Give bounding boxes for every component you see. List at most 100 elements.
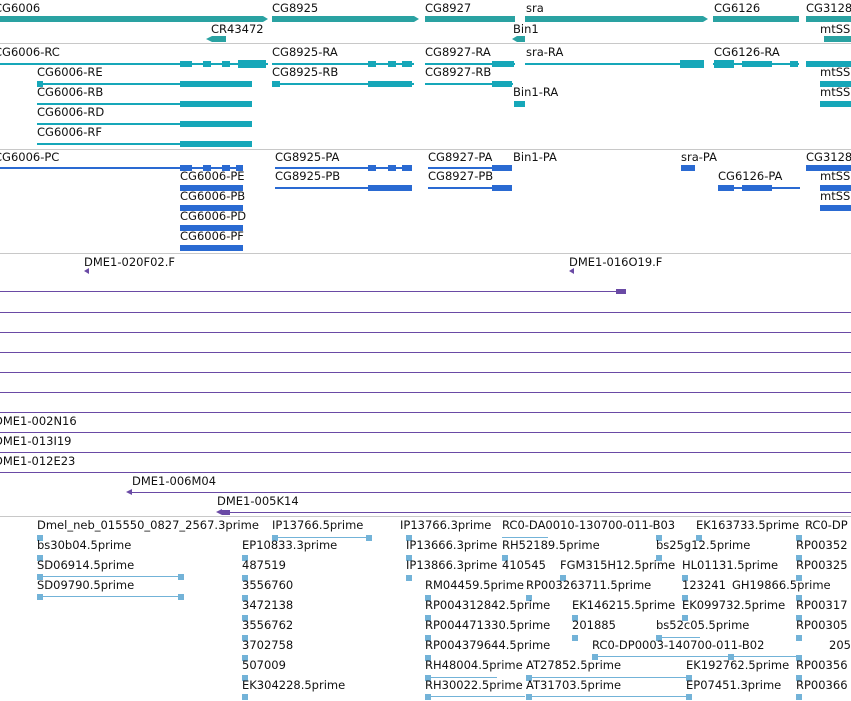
est-label[interactable]: bs25g12.5prime bbox=[656, 539, 750, 552]
est-label[interactable]: bs52c05.5prime bbox=[656, 619, 749, 632]
est-label[interactable]: 507009 bbox=[242, 659, 286, 672]
est-label[interactable]: HL01131.5prime bbox=[682, 559, 778, 572]
protein-label[interactable]: mtSSB bbox=[820, 190, 851, 203]
gene-label[interactable]: CG3128 bbox=[806, 2, 851, 15]
est-label[interactable]: 487519 bbox=[242, 559, 286, 572]
protein-label[interactable]: CG8925-PB bbox=[275, 170, 340, 183]
est-label[interactable]: RP00325 bbox=[796, 559, 848, 572]
transcript-label[interactable]: CG6006-RD bbox=[37, 106, 104, 119]
gene-label[interactable]: CG8925 bbox=[272, 2, 318, 15]
protein-label[interactable]: CG6006-PC bbox=[0, 151, 59, 164]
est-label[interactable]: IP13866.3prime bbox=[406, 559, 497, 572]
est-line[interactable] bbox=[425, 696, 525, 697]
transcript-label[interactable]: mtSSB bbox=[820, 66, 851, 79]
est-label[interactable]: RP00352 bbox=[796, 539, 848, 552]
est-label[interactable]: EP10833.3prime bbox=[242, 539, 337, 552]
est-label[interactable]: EK099732.5prime bbox=[682, 599, 785, 612]
transcript-label[interactable]: CG8927-RA bbox=[425, 46, 491, 59]
clone-label[interactable]: DME1-006M04 bbox=[132, 475, 216, 488]
est-label[interactable]: EP07451.3prime bbox=[686, 679, 781, 692]
gene-label[interactable]: sra bbox=[526, 2, 544, 15]
clone-line[interactable] bbox=[0, 352, 851, 353]
gene-feature[interactable] bbox=[713, 16, 799, 22]
transcript-label[interactable]: CG6006-RE bbox=[37, 66, 103, 79]
est-label[interactable]: RP00356 bbox=[796, 659, 848, 672]
est-label[interactable]: AT31703.5prime bbox=[526, 679, 621, 692]
est-label[interactable]: 123241 bbox=[682, 579, 726, 592]
est-label[interactable]: 3702758 bbox=[242, 639, 293, 652]
clone-label[interactable]: DME1-020F02.F bbox=[84, 256, 175, 269]
est-label[interactable]: RP003263711.5prime bbox=[526, 579, 651, 592]
protein-label[interactable]: mtSSB bbox=[820, 170, 851, 183]
gene-feature[interactable] bbox=[517, 36, 525, 42]
protein-label[interactable]: CG6006-PF bbox=[180, 230, 244, 243]
est-label[interactable]: EK146215.5prime bbox=[572, 599, 675, 612]
est-label[interactable]: EK163733.5prime bbox=[696, 519, 799, 532]
est-label[interactable]: IP13766.5prime bbox=[272, 519, 363, 532]
clone-label[interactable]: DME1-016O19.F bbox=[569, 256, 662, 269]
clone-label[interactable]: DME1-013I19 bbox=[0, 435, 72, 448]
est-label[interactable]: SD06914.5prime bbox=[37, 559, 134, 572]
est-label[interactable]: RC0-DP bbox=[805, 519, 848, 532]
protein-label[interactable]: CG6006-PE bbox=[180, 170, 245, 183]
transcript-label[interactable]: CG6006-RF bbox=[37, 126, 102, 139]
est-label[interactable]: RH48004.5prime bbox=[425, 659, 523, 672]
clone-line[interactable] bbox=[0, 392, 851, 393]
est-label[interactable]: IP13666.3prime bbox=[406, 539, 497, 552]
est-label[interactable]: IP13766.3prime bbox=[400, 519, 491, 532]
est-label[interactable]: RM04459.5prime bbox=[425, 579, 524, 592]
gene-feature[interactable] bbox=[212, 36, 226, 42]
est-label[interactable]: AT27852.5prime bbox=[526, 659, 621, 672]
gene-label[interactable]: CG6006 bbox=[0, 2, 40, 15]
gene-feature[interactable] bbox=[272, 16, 414, 22]
gene-feature[interactable] bbox=[525, 16, 703, 22]
protein-label[interactable]: CG8927-PA bbox=[428, 151, 492, 164]
est-label[interactable]: RH30022.5prime bbox=[425, 679, 523, 692]
protein-label[interactable]: CG6006-PD bbox=[180, 210, 246, 223]
est-label[interactable]: EK192762.5prime bbox=[686, 659, 789, 672]
est-label[interactable]: 3556762 bbox=[242, 619, 293, 632]
clone-line[interactable] bbox=[0, 312, 851, 313]
clone-line[interactable] bbox=[0, 372, 851, 373]
protein-label[interactable]: Bin1-PA bbox=[513, 151, 557, 164]
clone-label[interactable]: DME1-012E23 bbox=[0, 455, 75, 468]
est-label[interactable]: 410545 bbox=[502, 559, 546, 572]
est-label[interactable]: EK304228.5prime bbox=[242, 679, 345, 692]
clone-line[interactable] bbox=[222, 512, 851, 513]
clone-label[interactable]: DME1-002N16 bbox=[0, 415, 77, 428]
protein-label[interactable]: CG8927-PB bbox=[428, 170, 493, 183]
transcript-label[interactable]: Bin1-RA bbox=[513, 86, 558, 99]
protein-label[interactable]: sra-PA bbox=[681, 151, 717, 164]
est-line[interactable] bbox=[37, 576, 184, 577]
est-label[interactable]: RC0-DA0010-130700-011-B03 bbox=[502, 519, 675, 532]
est-label[interactable]: SD09790.5prime bbox=[37, 579, 134, 592]
gene-label[interactable]: CG8927 bbox=[425, 2, 471, 15]
gene-label[interactable]: Bin1 bbox=[513, 23, 539, 36]
transcript-label[interactable]: CG8927-RB bbox=[425, 66, 491, 79]
transcript-label[interactable]: sra-RA bbox=[526, 46, 563, 59]
clone-label[interactable]: DME1-005K14 bbox=[217, 495, 299, 508]
est-label[interactable]: 3556760 bbox=[242, 579, 293, 592]
est-label[interactable]: bs30b04.5prime bbox=[37, 539, 131, 552]
clone-line[interactable] bbox=[0, 472, 851, 473]
est-label[interactable]: RP004312842.5prime bbox=[425, 599, 550, 612]
est-label[interactable]: RH52189.5prime bbox=[502, 539, 600, 552]
clone-line[interactable] bbox=[0, 432, 851, 433]
protein-label[interactable]: CG6006-PB bbox=[180, 190, 245, 203]
est-label[interactable]: 201885 bbox=[572, 619, 616, 632]
est-label[interactable]: 205 bbox=[829, 639, 851, 652]
gene-feature[interactable] bbox=[824, 36, 851, 42]
gene-feature[interactable] bbox=[425, 16, 515, 22]
transcript-line[interactable] bbox=[525, 63, 703, 65]
protein-label[interactable]: CG3128 bbox=[806, 151, 851, 164]
gene-label[interactable]: CG6126 bbox=[714, 2, 760, 15]
gene-label[interactable]: mtSSB bbox=[820, 23, 851, 36]
transcript-label[interactable]: CG6126-RA bbox=[714, 46, 780, 59]
est-line[interactable] bbox=[37, 596, 184, 597]
protein-label[interactable]: CG8925-PA bbox=[275, 151, 339, 164]
est-label[interactable]: RP00305 bbox=[796, 619, 848, 632]
est-label[interactable]: FGM315H12.5prime bbox=[560, 559, 675, 572]
est-label[interactable]: RP004379644.5prime bbox=[425, 639, 550, 652]
est-label[interactable]: GH19866.5prime bbox=[732, 579, 831, 592]
est-label[interactable]: RP004471330.5prime bbox=[425, 619, 550, 632]
